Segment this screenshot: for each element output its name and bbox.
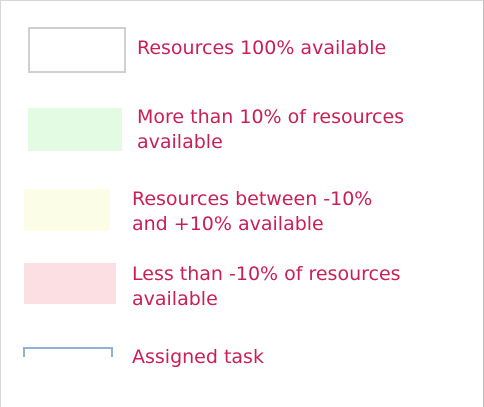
legend-label-more-than-10-percent: More than 10% of resources available xyxy=(137,106,405,153)
swatch-between-minus-10-and-plus-10 xyxy=(24,189,110,231)
legend-label-fully-available: Resources 100% available xyxy=(137,37,387,59)
swatch-more-than-10-percent xyxy=(28,108,122,151)
legend-panel: Resources 100% available More than 10% o… xyxy=(0,0,484,407)
swatch-less-than-minus-10-percent xyxy=(24,263,116,304)
swatch-assigned-task xyxy=(23,347,113,357)
legend-label-less-than-minus-10-percent: Less than -10% of resources available xyxy=(132,263,401,310)
legend-label-between-minus-10-and-plus-10: Resources between -10% and +10% availabl… xyxy=(132,188,373,235)
legend-label-assigned-task: Assigned task xyxy=(132,346,264,368)
swatch-fully-available xyxy=(28,27,126,73)
